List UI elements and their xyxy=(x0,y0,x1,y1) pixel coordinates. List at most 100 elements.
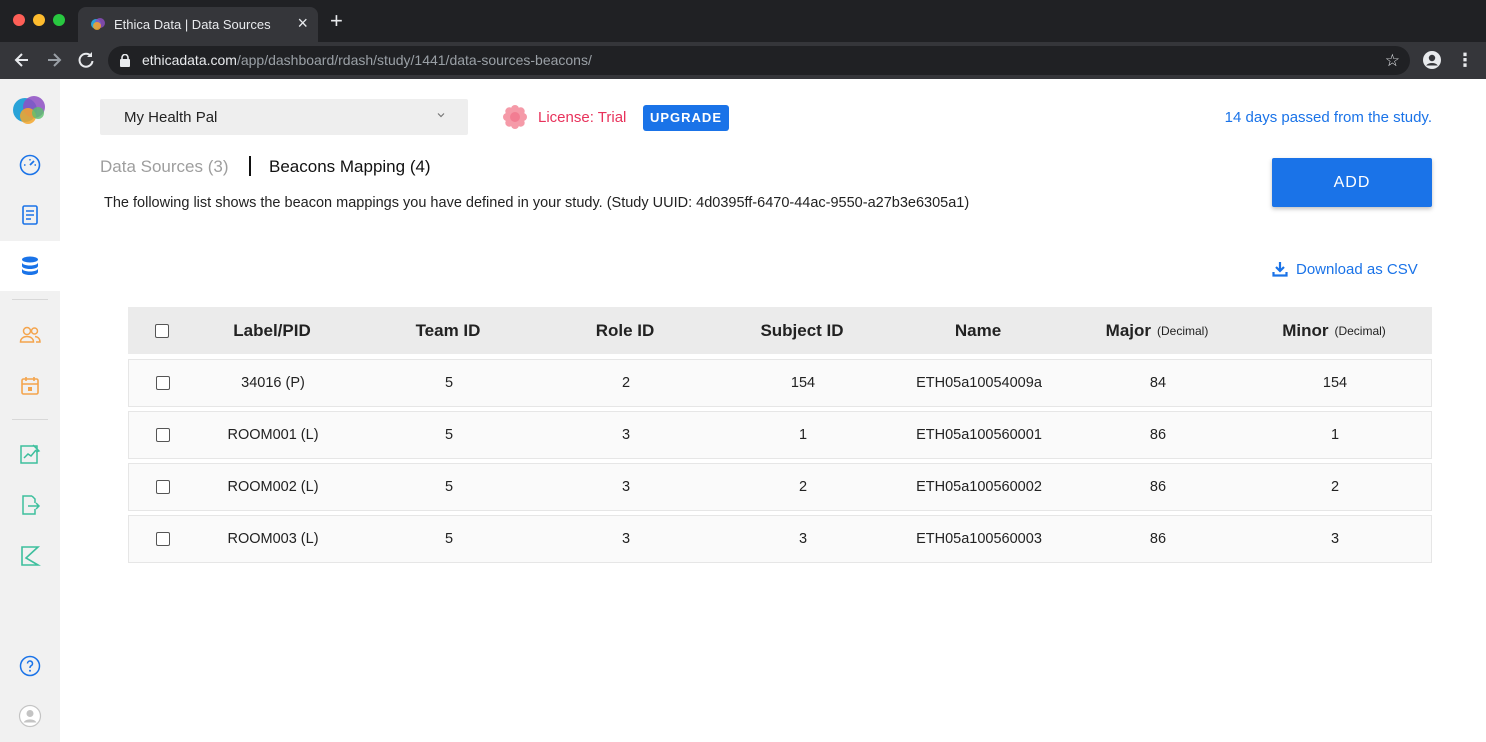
cell-role-id: 3 xyxy=(621,427,631,443)
tab-data-sources[interactable]: Data Sources (3) xyxy=(100,157,229,177)
analytics-icon xyxy=(20,444,41,464)
sidebar-item-analytics[interactable] xyxy=(0,429,60,479)
header-label-pid: Label/PID xyxy=(233,320,311,340)
table-row[interactable]: 34016 (P) 5 2 154 ETH05a10054009a 84 154 xyxy=(128,359,1432,407)
cell-minor: 1 xyxy=(1330,427,1340,443)
bookmark-star-icon[interactable]: ☆ xyxy=(1385,51,1400,70)
dashboard-icon xyxy=(19,154,41,176)
sidebar xyxy=(0,79,60,742)
download-icon xyxy=(1272,262,1288,277)
download-csv-label: Download as CSV xyxy=(1296,260,1418,278)
reload-icon[interactable] xyxy=(75,49,97,71)
study-days-passed: 14 days passed from the study. xyxy=(1224,109,1432,126)
cell-subject-id: 1 xyxy=(798,427,808,443)
url-path: /app/dashboard/rdash/study/1441/data-sou… xyxy=(236,52,592,68)
cell-major: 84 xyxy=(1149,375,1167,391)
profile-icon[interactable] xyxy=(1422,50,1442,70)
table-row[interactable]: ROOM002 (L) 5 3 2 ETH05a100560002 86 2 xyxy=(128,463,1432,511)
header-minor-label: Minor xyxy=(1282,320,1329,340)
back-icon[interactable] xyxy=(11,49,33,71)
header-major: Major (Decimal) xyxy=(1087,307,1227,354)
browser-titlebar: Ethica Data | Data Sources × + xyxy=(0,0,1486,42)
browser-menu-icon[interactable]: ⋮ xyxy=(1456,48,1474,72)
cell-name: ETH05a100560002 xyxy=(916,479,1042,495)
export-icon xyxy=(22,495,41,515)
cell-subject-id: 154 xyxy=(790,375,816,391)
sidebar-item-account[interactable] xyxy=(0,691,60,741)
url-text: ethicadata.com/app/dashboard/rdash/study… xyxy=(142,52,592,68)
database-icon xyxy=(22,256,38,275)
header-minor-unit: (Decimal) xyxy=(1334,323,1386,338)
lock-icon xyxy=(120,54,130,67)
upgrade-button[interactable]: UPGRADE xyxy=(643,105,729,131)
sidebar-item-data-sources[interactable] xyxy=(0,241,60,291)
select-all-cell xyxy=(146,307,178,354)
ethica-logo[interactable] xyxy=(0,85,60,135)
sidebar-item-help[interactable] xyxy=(0,641,60,691)
sidebar-divider xyxy=(12,419,48,420)
survey-icon xyxy=(22,205,38,225)
sidebar-item-export[interactable] xyxy=(0,480,60,530)
study-select-value: My Health Pal xyxy=(124,109,218,126)
study-select[interactable]: My Health Pal xyxy=(100,99,468,135)
calendar-icon xyxy=(21,377,39,395)
new-tab-icon[interactable]: + xyxy=(330,10,343,32)
maximize-window-button[interactable] xyxy=(53,14,65,26)
cell-minor: 154 xyxy=(1322,375,1348,391)
cell-major: 86 xyxy=(1149,479,1167,495)
row-checkbox[interactable] xyxy=(156,428,170,442)
close-window-button[interactable] xyxy=(13,14,25,26)
download-csv-link[interactable]: Download as CSV xyxy=(1272,259,1418,279)
cell-role-id: 3 xyxy=(621,531,631,547)
select-all-checkbox[interactable] xyxy=(155,323,169,338)
tab-title: Ethica Data | Data Sources xyxy=(114,17,271,32)
table-row[interactable]: ROOM001 (L) 5 3 1 ETH05a100560001 86 1 xyxy=(128,411,1432,459)
cell-label-pid: ROOM003 (L) xyxy=(227,531,319,547)
sidebar-item-dashboard[interactable] xyxy=(0,140,60,190)
table-header: Label/PID Team ID Role ID Subject ID Nam… xyxy=(128,307,1432,354)
row-checkbox[interactable] xyxy=(156,376,170,390)
header-minor: Minor (Decimal) xyxy=(1264,307,1404,354)
license-flower-icon xyxy=(503,105,527,129)
sidebar-item-schedule[interactable] xyxy=(0,361,60,411)
sidebar-item-participants[interactable] xyxy=(0,310,60,360)
browser-tab[interactable]: Ethica Data | Data Sources × xyxy=(78,7,318,42)
sidebar-item-kendo[interactable] xyxy=(0,531,60,581)
row-select-cell xyxy=(147,464,179,510)
browser-toolbar: ethicadata.com/app/dashboard/rdash/study… xyxy=(0,42,1486,79)
row-checkbox[interactable] xyxy=(156,532,170,546)
cell-role-id: 2 xyxy=(621,375,631,391)
add-button[interactable]: ADD xyxy=(1272,158,1432,207)
cell-team-id: 5 xyxy=(444,479,454,495)
address-bar[interactable]: ethicadata.com/app/dashboard/rdash/study… xyxy=(108,46,1410,75)
forward-icon[interactable] xyxy=(43,49,65,71)
row-select-cell xyxy=(147,412,179,458)
close-tab-icon[interactable]: × xyxy=(297,13,308,33)
cell-team-id: 5 xyxy=(444,531,454,547)
tab-divider xyxy=(249,156,251,176)
minimize-window-button[interactable] xyxy=(33,14,45,26)
sidebar-divider xyxy=(12,299,48,300)
header-major-label: Major xyxy=(1105,320,1151,340)
cell-subject-id: 2 xyxy=(798,479,808,495)
cell-label-pid: 34016 (P) xyxy=(241,375,305,391)
header-subject-id: Subject ID xyxy=(760,320,844,340)
header-name: Name xyxy=(954,320,1002,340)
row-checkbox[interactable] xyxy=(156,480,170,494)
logo-icon xyxy=(13,96,45,124)
help-icon xyxy=(19,655,41,677)
header-role-id: Role ID xyxy=(595,320,655,340)
cell-name: ETH05a10054009a xyxy=(916,375,1042,391)
table-row[interactable]: ROOM003 (L) 5 3 3 ETH05a100560003 86 3 xyxy=(128,515,1432,563)
participants-icon xyxy=(19,326,41,343)
cell-team-id: 5 xyxy=(444,427,454,443)
tab-beacons-mapping[interactable]: Beacons Mapping (4) xyxy=(269,157,431,177)
cell-team-id: 5 xyxy=(444,375,454,391)
url-host: ethicadata.com xyxy=(142,52,237,68)
page-description: The following list shows the beacon mapp… xyxy=(104,195,970,211)
sidebar-item-surveys[interactable] xyxy=(0,190,60,240)
cell-name: ETH05a100560001 xyxy=(916,427,1042,443)
cell-name: ETH05a100560003 xyxy=(916,531,1042,547)
cell-minor: 3 xyxy=(1330,531,1340,547)
cell-subject-id: 3 xyxy=(798,531,808,547)
